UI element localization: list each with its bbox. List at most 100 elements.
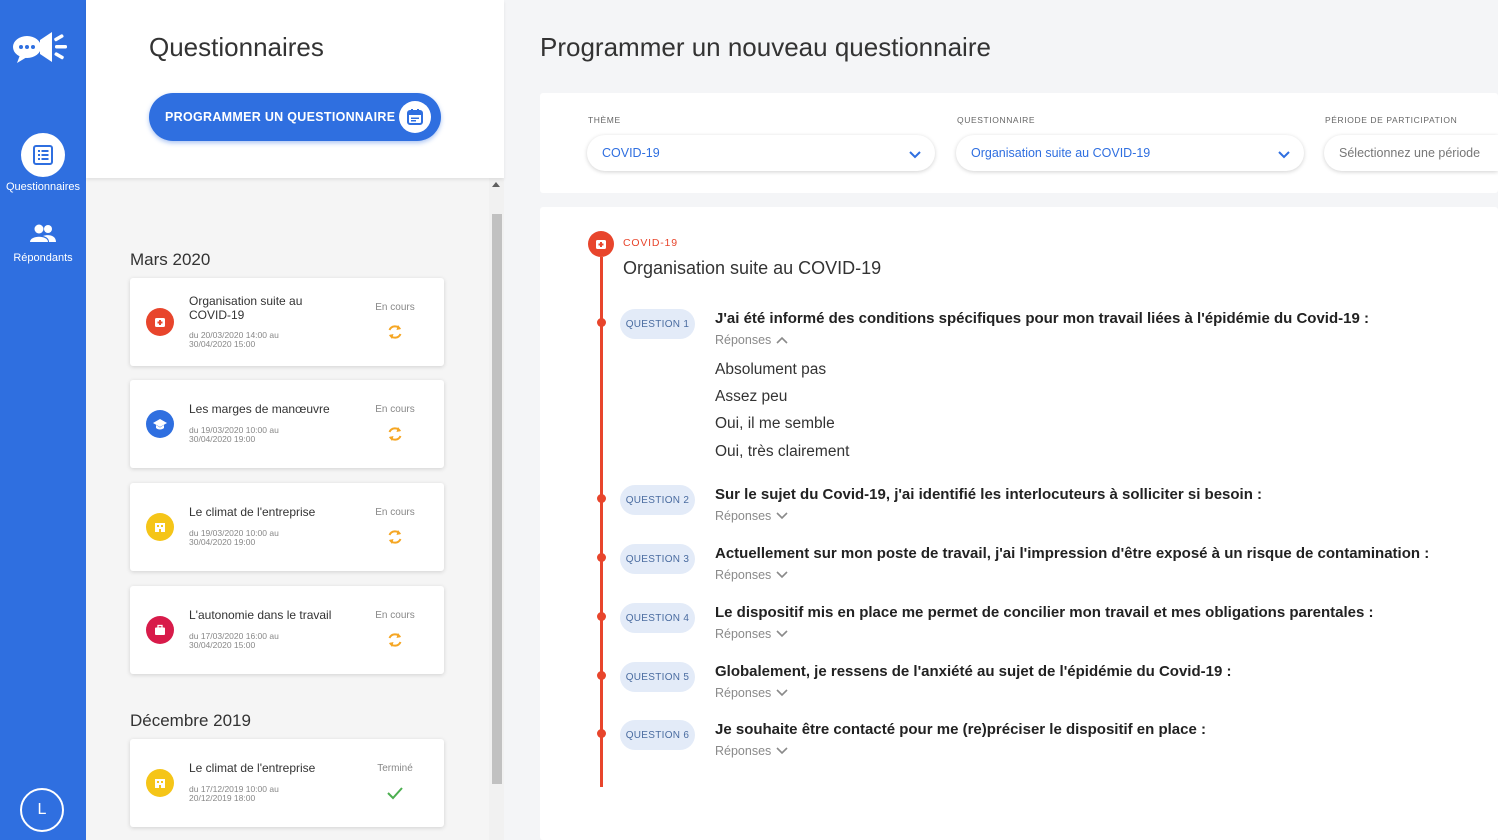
questionnaire-card[interactable]: L'autonomie dans le travail du 17/03/202…: [130, 586, 444, 674]
responses-toggle[interactable]: Réponses: [715, 686, 788, 700]
question-tag: QUESTION 4: [620, 603, 695, 633]
question-text: Actuellement sur mon poste de travail, j…: [715, 545, 1430, 562]
main-content: Programmer un nouveau questionnaire THÈM…: [504, 0, 1498, 840]
timeline-dot: [597, 318, 606, 327]
scroll-thumb[interactable]: [492, 214, 502, 784]
panel-title: Questionnaires: [149, 32, 324, 62]
medical-icon: [588, 231, 614, 257]
question-tag: QUESTION 5: [620, 662, 695, 692]
question-tag: QUESTION 3: [620, 544, 695, 574]
users-icon: [21, 218, 65, 248]
questionnaire-name: Organisation suite au COVID-19: [189, 294, 303, 322]
theme-value: COVID-19: [602, 146, 660, 160]
responses-label: Réponses: [715, 509, 772, 523]
questionnaire-name: Les marges de manœuvre: [189, 402, 330, 416]
answer-option: Oui, il me semble: [715, 415, 835, 432]
left-rail: Questionnaires Répondants L: [0, 0, 86, 840]
refresh-icon: [385, 527, 405, 547]
program-questionnaire-button[interactable]: PROGRAMMER UN QUESTIONNAIRE: [149, 93, 441, 141]
user-avatar[interactable]: L: [20, 788, 64, 832]
questionnaire-card[interactable]: Les marges de manœuvre du 19/03/2020 10:…: [130, 380, 444, 468]
responses-toggle[interactable]: Réponses: [715, 568, 788, 582]
timeline-dot: [597, 494, 606, 503]
questionnaire-title: Organisation suite au COVID-19: [623, 258, 882, 278]
question-text: Globalement, je ressens de l'anxiété au …: [715, 663, 1232, 680]
panel-header: Questionnaires PROGRAMMER UN QUESTIONNAI…: [86, 0, 504, 178]
month-heading: Mars 2020: [130, 250, 211, 269]
chevron-down-icon: [776, 630, 788, 638]
questionnaire-value: Organisation suite au COVID-19: [971, 146, 1151, 160]
period-placeholder: Sélectionnez une période: [1339, 146, 1481, 160]
status-label: Terminé: [377, 763, 413, 774]
list-scrollbar[interactable]: [489, 178, 504, 840]
questionnaires-panel: Questionnaires PROGRAMMER UN QUESTIONNAI…: [86, 0, 504, 840]
questionnaire-dates: du 19/03/2020 10:00 au 30/04/2020 19:00: [189, 528, 279, 547]
refresh-icon: [385, 424, 405, 444]
question-tag: QUESTION 6: [620, 720, 695, 750]
questionnaire-dates: du 17/03/2020 16:00 au 30/04/2020 15:00: [189, 631, 279, 650]
period-filter: PÉRIODE DE PARTICIPATION Sélectionnez un…: [1324, 115, 1498, 171]
questionnaire-card[interactable]: Le climat de l'entreprise du 19/03/2020 …: [130, 483, 444, 571]
period-input[interactable]: Sélectionnez une période: [1324, 135, 1498, 171]
building-icon: [146, 769, 174, 797]
question-text: Le dispositif mis en place me permet de …: [715, 604, 1374, 621]
status-label: En cours: [375, 302, 415, 313]
medical-icon: [146, 308, 174, 336]
responses-toggle[interactable]: Réponses: [715, 333, 788, 347]
chevron-down-icon: [776, 571, 788, 579]
questionnaire-dates: du 17/12/2019 10:00 au 20/12/2019 18:00: [189, 784, 279, 803]
question-text: Sur le sujet du Covid-19, j'ai identifié…: [715, 486, 1263, 503]
page-title: Programmer un nouveau questionnaire: [540, 32, 991, 62]
timeline-dot: [597, 671, 606, 680]
answer-option: Absolument pas: [715, 361, 827, 378]
nav-label: Questionnaires: [6, 181, 80, 193]
questionnaire-detail: COVID-19 Organisation suite au COVID-19 …: [540, 207, 1498, 840]
check-icon: [385, 783, 405, 803]
status-label: En cours: [375, 610, 415, 621]
briefcase-icon: [146, 616, 174, 644]
status-label: En cours: [375, 507, 415, 518]
responses-label: Réponses: [715, 627, 772, 641]
responses-label: Réponses: [715, 568, 772, 582]
chevron-up-icon: [776, 336, 788, 344]
question-text: J'ai été informé des conditions spécifiq…: [715, 310, 1369, 327]
timeline-dot: [597, 612, 606, 621]
theme-select[interactable]: COVID-19: [587, 135, 935, 171]
responses-toggle[interactable]: Réponses: [715, 509, 788, 523]
nav-questionnaires[interactable]: Questionnaires: [0, 133, 86, 193]
nav-repondants[interactable]: Répondants: [0, 218, 86, 264]
refresh-icon: [385, 630, 405, 650]
period-label: PÉRIODE DE PARTICIPATION: [1325, 115, 1458, 125]
theme-filter: THÈME COVID-19: [587, 115, 935, 171]
program-button-label: PROGRAMMER UN QUESTIONNAIRE: [165, 110, 396, 124]
refresh-icon: [385, 322, 405, 342]
responses-label: Réponses: [715, 333, 772, 347]
scroll-up-arrow-icon[interactable]: [492, 182, 500, 187]
building-icon: [146, 513, 174, 541]
responses-label: Réponses: [715, 686, 772, 700]
megaphone-logo-icon[interactable]: [12, 28, 74, 68]
question-tag: QUESTION 2: [620, 485, 695, 515]
timeline-dot: [597, 729, 606, 738]
chevron-down-icon: [1278, 148, 1290, 162]
questionnaire-filter: QUESTIONNAIRE Organisation suite au COVI…: [956, 115, 1304, 171]
month-heading: Décembre 2019: [130, 711, 251, 730]
responses-toggle[interactable]: Réponses: [715, 744, 788, 758]
questionnaire-card[interactable]: Le climat de l'entreprise du 17/12/2019 …: [130, 739, 444, 827]
nav-label: Répondants: [13, 252, 73, 264]
responses-label: Réponses: [715, 744, 772, 758]
responses-toggle[interactable]: Réponses: [715, 627, 788, 641]
chevron-down-icon: [776, 689, 788, 697]
theme-name: COVID-19: [623, 237, 678, 249]
chevron-down-icon: [909, 148, 921, 162]
chevron-down-icon: [776, 512, 788, 520]
questionnaire-card[interactable]: Organisation suite au COVID-19 du 20/03/…: [130, 278, 444, 366]
questionnaire-list[interactable]: Mars 2020 Organisation suite au COVID-19…: [86, 178, 504, 840]
questionnaire-name: Le climat de l'entreprise: [189, 505, 316, 519]
answer-option: Oui, très clairement: [715, 443, 850, 460]
questionnaire-dates: du 20/03/2020 14:00 au 30/04/2020 15:00: [189, 330, 279, 349]
theme-label: THÈME: [588, 115, 621, 125]
questionnaire-select[interactable]: Organisation suite au COVID-19: [956, 135, 1304, 171]
status-label: En cours: [375, 404, 415, 415]
questionnaire-name: Le climat de l'entreprise: [189, 761, 316, 775]
